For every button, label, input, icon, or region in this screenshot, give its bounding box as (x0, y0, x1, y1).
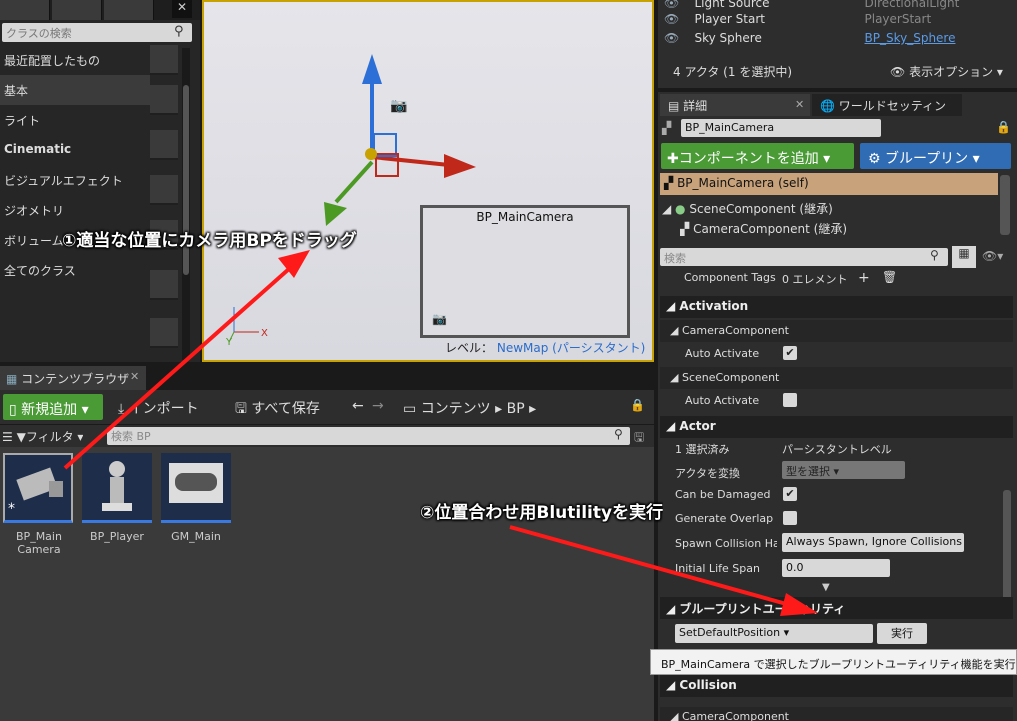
annotation-step2: ②位置合わせ用Blutilityを実行 (420, 503, 664, 523)
annotation-step1: ①適当な位置にカメラ用BPをドラッグ (62, 231, 357, 251)
annotation-arrowhead-2 (780, 593, 818, 616)
annotation-arrow-2 (509, 525, 791, 607)
annotation-arrow-1 (63, 266, 292, 470)
annotation-arrows (63, 250, 818, 616)
